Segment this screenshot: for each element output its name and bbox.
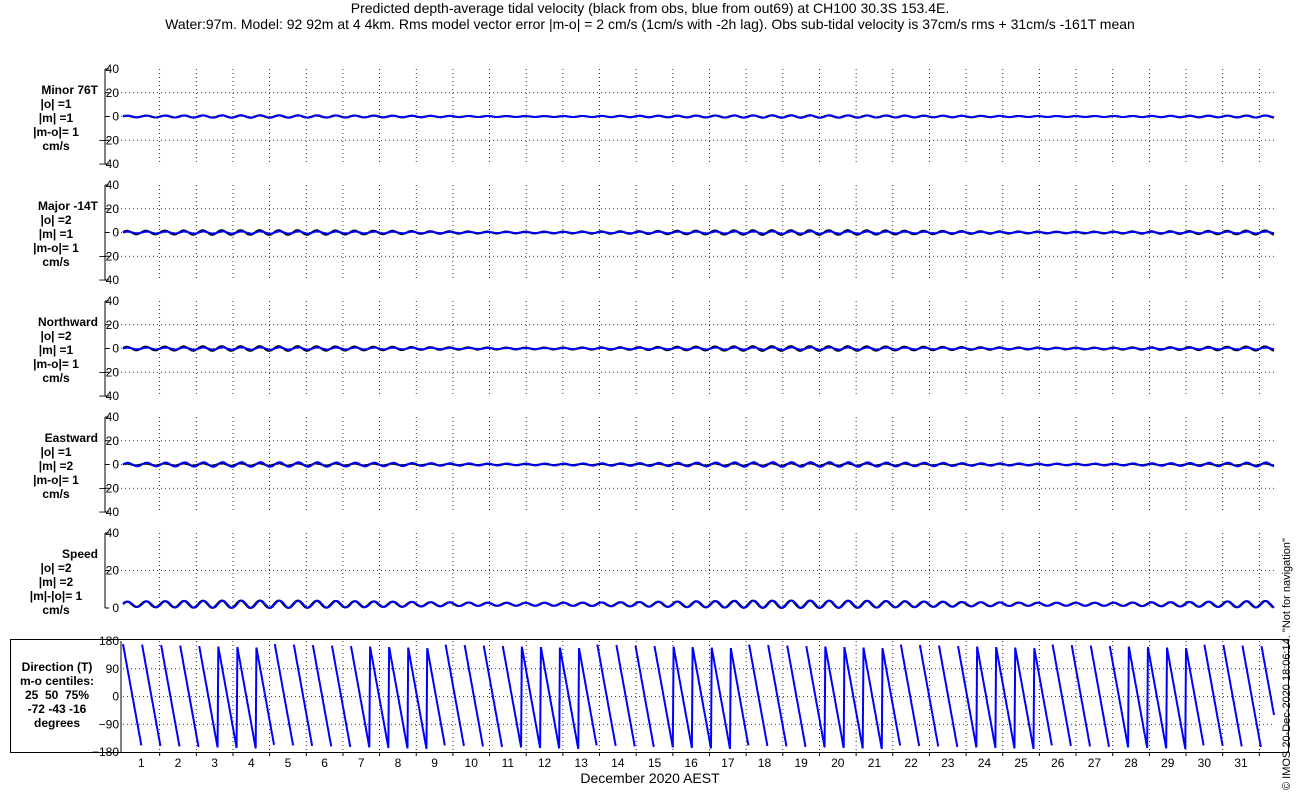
model-series-line [122,346,1275,351]
x-tick-label: 23 [941,756,955,770]
panel-label-line: 25 50 75% [24,688,90,702]
x-tick-label: 1 [138,756,145,770]
panel-label-line: cm/s [42,603,70,617]
panel-label-line: |m-o|= 1 [33,357,79,371]
y-tick-label: −40 [99,389,120,403]
x-tick-label: 13 [575,756,589,770]
panel-label-line: m-o centiles: [19,674,94,688]
y-tick-label: −20 [99,249,120,263]
x-tick-label: 12 [538,756,552,770]
panel-label-line: |o| =2 [40,329,72,343]
panel-label-line: -72 -43 -16 [27,702,87,716]
y-tick-label: 40 [106,410,120,424]
x-tick-label: 10 [465,756,479,770]
model-series-line [122,599,1275,610]
panel-label-line: |m| =1 [38,111,74,125]
x-tick-label: 31 [1234,756,1248,770]
x-tick-label: 16 [684,756,698,770]
panel-label-line: |m| =2 [38,459,74,473]
x-tick-label: 15 [648,756,662,770]
panel-label-line: |m| =2 [38,575,74,589]
panel-label-line: Speed [61,547,98,561]
panel-label-line: degrees [33,716,81,730]
panel-label-line: Major -14T [37,199,98,213]
panel-label-north: Northward |o| =2 |m| =1 |m-o|= 1 cm/s [14,315,98,385]
x-tick-label: 20 [831,756,845,770]
y-tick-label: 0 [112,601,119,615]
x-tick-label: 26 [1051,756,1065,770]
panel-label-line: Direction (T) [21,660,93,674]
y-tick-label: −40 [99,273,120,287]
direction-panel-frame [10,639,1289,753]
panel-label-line: Northward [38,315,98,329]
x-tick-label: 4 [248,756,255,770]
x-tick-label: 18 [758,756,772,770]
x-tick-label: 17 [721,756,735,770]
y-tick-label: −40 [99,157,120,171]
x-axis-title: December 2020 AEST [580,770,720,786]
tidal-velocity-chart: 1 2 3 4 5 6 7 8 9 10 11 12 13 14 15 16 17 18 19 20 21 22 23 24 2… [0,0,1289,770]
x-tick-label: 3 [211,756,218,770]
y-tick-label: −90 [99,717,120,731]
y-tick-label: 40 [106,294,120,308]
credit-text: © IMOS 20-Dec-2020 18:06:14. "Not for na… [1281,538,1293,790]
x-tick-label: 29 [1161,756,1175,770]
x-tick-label: 5 [285,756,292,770]
model-series-line [122,114,1275,119]
panel-label-line: |m| =1 [38,343,74,357]
x-tick-label: 19 [794,756,808,770]
panel-label-direction: Direction (T) m-o centiles: 25 50 75% -72 -… [14,660,100,730]
panel-label-line: |o| =2 [40,561,72,575]
y-tick-label: 40 [106,62,120,76]
panel-label-speed: Speed |o| =2 |m| =2 |m|-|o|= 1 cm/s [14,547,98,617]
panel-label-line: cm/s [42,139,70,153]
panel-label-line: |m| =1 [38,227,74,241]
model-series-line [122,230,1275,235]
x-tick-label: 27 [1088,756,1102,770]
y-tick-label: 40 [106,526,120,540]
panel-label-line: |o| =1 [40,445,72,459]
panel-label-line: cm/s [42,255,70,269]
panel-label-line: Eastward [44,431,98,445]
y-tick-label: −20 [99,481,120,495]
y-tick-label: 90 [106,662,120,676]
x-tick-label: 11 [502,756,515,770]
panel-label-line: |m-o|= 1 [33,473,79,487]
x-tick-label: 25 [1014,756,1028,770]
y-tick-label: −180 [92,745,119,759]
x-tick-label: 28 [1124,756,1138,770]
x-tick-label: 9 [431,756,438,770]
x-tick-label: 6 [321,756,328,770]
panel-label-line: |m-o|= 1 [33,125,79,139]
y-tick-label: 0 [112,690,119,704]
panel-label-line: cm/s [42,487,70,501]
y-tick-label: −40 [99,505,120,519]
panel-label-line: |o| =1 [40,97,72,111]
panel-label-east: Eastward |o| =1 |m| =2 |m-o|= 1 cm/s [14,431,98,501]
x-tick-label: 21 [868,756,882,770]
panel-label-line: |m|-|o|= 1 [29,589,83,603]
x-tick-label: 7 [358,756,365,770]
x-tick-label: 14 [611,756,625,770]
x-tick-label: 8 [395,756,402,770]
panel-label-line: |m-o|= 1 [33,241,79,255]
y-tick-label: −20 [99,133,120,147]
x-tick-label: 22 [904,756,918,770]
panel-label-line: |o| =2 [40,213,72,227]
panel-label-major: Major -14T |o| =2 |m| =1 |m-o|= 1 cm/s [14,199,98,269]
y-tick-label: 180 [99,634,119,648]
y-tick-label: 40 [106,178,120,192]
x-tick-label: 24 [978,756,992,770]
x-tick-label: 2 [175,756,182,770]
x-tick-label: 30 [1198,756,1212,770]
panel-label-line: Minor 76T [41,83,98,97]
panel-label-line: cm/s [42,371,70,385]
y-tick-label: −20 [99,365,120,379]
panel-label-minor: Minor 76T |o| =1 |m| =1 |m-o|= 1 cm/s [14,83,98,153]
